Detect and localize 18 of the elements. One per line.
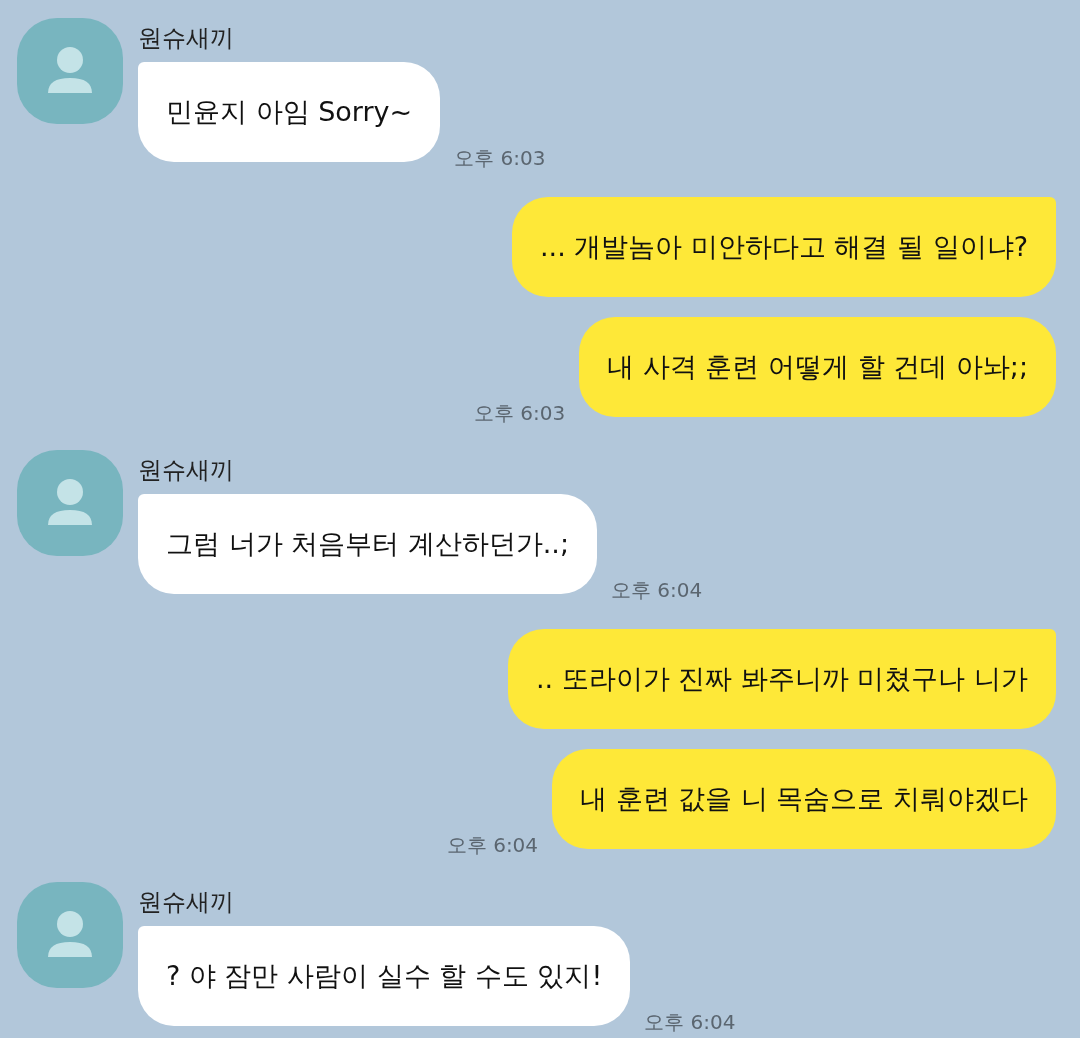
message-time: 오후 6:03 [474, 400, 566, 427]
message-bubble: 그럼 너가 처음부터 계산하던가..; [138, 494, 597, 594]
message-bubble: ... 개발놈아 미안하다고 해결 될 일이냐? [512, 197, 1056, 297]
avatar-icon[interactable] [17, 450, 123, 556]
message-bubble: .. 또라이가 진짜 봐주니까 미쳤구나 니가 [507, 629, 1056, 729]
sender-name: 원슈새끼 [138, 455, 235, 486]
avatar-icon[interactable] [17, 18, 123, 124]
message-time: 오후 6:03 [454, 145, 546, 172]
message-bubble: ? 야 잠만 사람이 실수 할 수도 있지! [138, 926, 631, 1026]
sender-name: 원슈새끼 [138, 887, 235, 918]
message-bubble: 내 사격 훈련 어떻게 할 건데 아놔;; [579, 317, 1056, 417]
message-bubble: 민윤지 아임 Sorry~ [138, 62, 441, 162]
message-time: 오후 6:04 [446, 832, 539, 859]
message-bubble: 내 훈련 값을 니 목숨으로 치뤄야겠다 [552, 749, 1056, 849]
message-time: 오후 6:04 [611, 577, 703, 604]
avatar-icon[interactable] [17, 882, 123, 988]
message-time: 오후 6:04 [644, 1009, 736, 1036]
sender-name: 원슈새끼 [138, 23, 235, 54]
